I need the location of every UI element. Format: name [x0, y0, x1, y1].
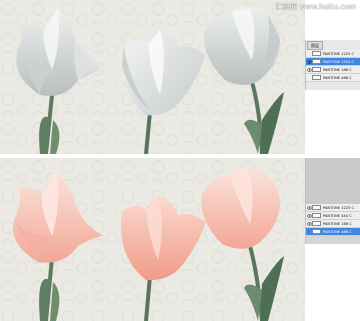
layer-row[interactable]: PANTONE 466 C [306, 228, 360, 236]
layer-name: PANTONE 1225 C [323, 205, 355, 210]
layer-thumbnail [312, 213, 321, 218]
layer-thumbnail [312, 75, 321, 80]
bottom-panel: PANTONE 1225 C PANTONE 444 C PANTONE 186… [0, 158, 360, 321]
bottom-layers-panel: PANTONE 1225 C PANTONE 444 C PANTONE 186… [305, 158, 360, 244]
layer-name: PANTONE 186 C [323, 67, 352, 72]
bottom-layer-list: PANTONE 1225 C PANTONE 444 C PANTONE 186… [306, 204, 360, 236]
layer-row[interactable]: PANTONE 466 C [306, 74, 360, 82]
layer-name: PANTONE 1505 C [323, 59, 355, 64]
layer-name: PANTONE 466 C [323, 75, 352, 80]
layer-name: PANTONE 466 C [323, 229, 352, 234]
layer-thumbnail [312, 205, 321, 210]
layer-thumbnail [312, 67, 321, 72]
layer-thumbnail [312, 51, 321, 56]
top-layer-list: PANTONE 1225 C PANTONE 1505 C PANTONE 18… [306, 50, 360, 82]
pink-tulips-image [0, 158, 305, 321]
top-layers-panel: 图层 PANTONE 1225 C PANTONE 1505 C PANTONE… [305, 40, 360, 90]
layer-name: PANTONE 186 C [323, 221, 352, 226]
layer-name: PANTONE 1225 C [323, 51, 355, 56]
layer-thumbnail [312, 221, 321, 226]
layer-thumbnail [312, 59, 321, 64]
top-panel: 汇图网 www.huitu.com 图层 PANTONE 1225 C PANT… [0, 0, 360, 154]
top-canvas [0, 0, 305, 154]
panel-gray-area [306, 158, 360, 204]
watermark-text: 汇图网 www.huitu.com [275, 3, 356, 11]
layer-name: PANTONE 444 C [323, 213, 352, 218]
grey-tulips-image [0, 0, 305, 154]
layer-thumbnail [312, 229, 321, 234]
bottom-canvas [0, 158, 305, 321]
